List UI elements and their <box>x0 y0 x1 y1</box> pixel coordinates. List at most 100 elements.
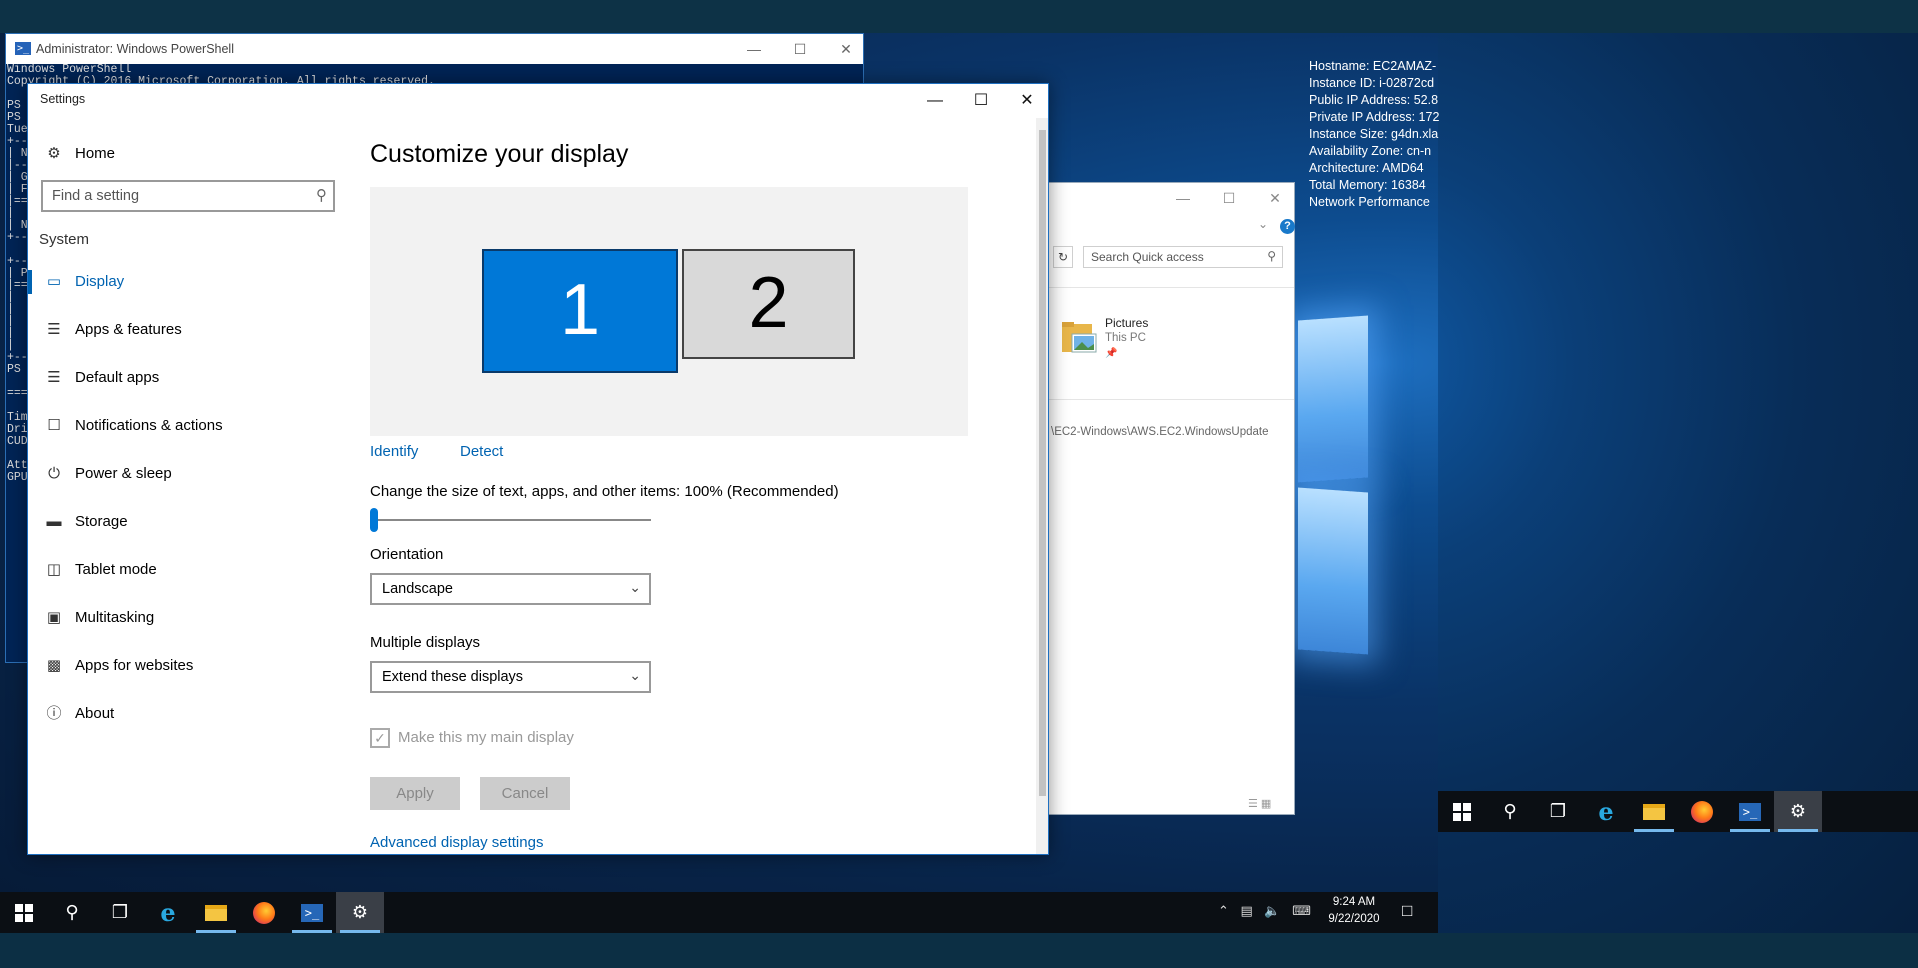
search-icon: ⚲ <box>1503 801 1517 821</box>
sidebar-item-label: Default apps <box>75 369 160 386</box>
system-tray: ⌃ ▤ 🔈 ⌨ 9:24 AM 9/22/2020 □ <box>1218 892 1438 933</box>
firefox-icon <box>1691 801 1713 824</box>
quick-access-item-location: This PC <box>1105 332 1146 344</box>
recent-file-path[interactable]: \EC2-Windows\AWS.EC2.WindowsUpdate <box>1051 426 1269 438</box>
pictures-folder-icon[interactable] <box>1060 318 1098 356</box>
refresh-icon[interactable]: ↻ <box>1053 246 1073 268</box>
clock-date[interactable]: 9/22/2020 <box>1324 913 1384 925</box>
maximize-icon[interactable]: ☐ <box>958 86 1004 116</box>
taskbar-firefox[interactable] <box>240 892 288 933</box>
default-apps-icon: ☰ <box>47 369 61 386</box>
identify-link[interactable]: Identify <box>370 443 418 460</box>
close-icon[interactable]: ✕ <box>1260 188 1290 208</box>
display-settings-page: Customize your display 1 2 Identify Dete… <box>370 118 1030 854</box>
taskbar-internet-explorer[interactable]: e <box>1582 791 1630 832</box>
sidebar-item-label: Apps & features <box>75 321 182 338</box>
sysinfo-line: Availability Zone: cn-n <box>1309 144 1432 158</box>
powershell-titlebar[interactable]: >_ Administrator: Windows PowerShell — ☐… <box>6 34 863 64</box>
cancel-button[interactable]: Cancel <box>480 777 570 810</box>
settings-scrollbar[interactable] <box>1036 118 1048 854</box>
internet-explorer-icon: e <box>160 898 176 927</box>
sidebar-item-label: Tablet mode <box>75 561 157 578</box>
desktop-bottom-band <box>0 933 1918 968</box>
task-view-button[interactable]: ❐ <box>1534 791 1582 832</box>
orientation-dropdown[interactable]: Landscape ⌄ <box>370 573 651 605</box>
nav-home[interactable]: ⚙ Home <box>28 134 348 174</box>
gear-icon: ⚙ <box>351 902 369 922</box>
file-explorer-icon <box>1643 804 1665 821</box>
clock-time[interactable]: 9:24 AM <box>1324 896 1384 908</box>
close-icon[interactable]: ✕ <box>1004 86 1050 116</box>
scale-label: Change the size of text, apps, and other… <box>370 483 839 500</box>
minimize-icon[interactable]: — <box>912 86 958 116</box>
taskbar-firefox[interactable] <box>1678 791 1726 832</box>
taskbar-powershell[interactable]: >_ <box>288 892 336 933</box>
windows-start-icon <box>1453 803 1471 822</box>
taskbar-powershell[interactable]: >_ <box>1726 791 1774 832</box>
taskbar-internet-explorer[interactable]: e <box>144 892 192 933</box>
quick-access-item-name[interactable]: Pictures <box>1105 316 1148 330</box>
pin-icon: 📌 <box>1105 348 1118 359</box>
sidebar-item-power-sleep[interactable]: ⏻ Power & sleep <box>28 454 348 494</box>
sidebar-item-label: Apps for websites <box>75 657 194 674</box>
help-icon[interactable]: ? <box>1280 219 1295 234</box>
task-view-button[interactable]: ❐ <box>96 892 144 933</box>
sidebar-item-label: Display <box>75 273 125 290</box>
view-toggle-icons[interactable]: ☰ ▦ <box>1248 797 1271 810</box>
monitor-2-tile[interactable]: 2 <box>682 249 855 359</box>
sidebar-item-label: Multitasking <box>75 609 155 626</box>
minimize-icon[interactable]: — <box>1168 188 1198 208</box>
advanced-display-settings-link[interactable]: Advanced display settings <box>370 834 543 851</box>
monitor-1-tile[interactable]: 1 <box>482 249 678 373</box>
sidebar-item-apps-features[interactable]: ☰ Apps & features <box>28 310 348 350</box>
multiple-displays-value: Extend these displays <box>382 669 524 685</box>
tray-icons[interactable]: ⌃ ▤ 🔈 ⌨ <box>1218 903 1315 919</box>
scale-slider-thumb[interactable] <box>370 508 378 532</box>
minimize-icon[interactable]: — <box>739 39 769 59</box>
taskbar-file-explorer[interactable] <box>192 892 240 933</box>
search-button[interactable]: ⚲ <box>1486 791 1534 832</box>
nav-section-system: System <box>39 231 90 248</box>
start-button[interactable] <box>1438 791 1486 832</box>
search-button[interactable]: ⚲ <box>48 892 96 933</box>
settings-window[interactable]: Settings — ☐ ✕ ⚙ Home Find a setting ⚲ S… <box>27 83 1049 855</box>
active-indicator <box>28 270 32 294</box>
sysinfo-line: Instance Size: g4dn.xla <box>1309 127 1439 141</box>
sidebar-item-apps-for-websites[interactable]: ▩ Apps for websites <box>28 646 348 686</box>
scale-slider-track[interactable] <box>370 519 651 521</box>
taskbar-settings[interactable]: ⚙ <box>336 892 384 933</box>
sidebar-item-display[interactable]: ▭ Display <box>28 262 348 302</box>
explorer-titlebar[interactable]: — ☐ ✕ <box>1048 183 1294 213</box>
desktop-top-band <box>0 0 1918 33</box>
sidebar-item-tablet-mode[interactable]: ◫ Tablet mode <box>28 550 348 590</box>
sidebar-item-about[interactable]: ⓘ About <box>28 694 348 734</box>
file-explorer-window[interactable]: — ☐ ✕ ⌄ ? ↻ Search Quick access ⚲ Pictur… <box>1047 182 1295 815</box>
explorer-search-input[interactable]: Search Quick access ⚲ <box>1083 246 1283 268</box>
sidebar-item-multitasking[interactable]: ▣ Multitasking <box>28 598 348 638</box>
taskbar: ⚲ ❐ e >_ ⚙ ⌃ ▤ 🔈 ⌨ 9:24 AM 9/22/2020 □ <box>0 892 1438 933</box>
close-icon[interactable]: ✕ <box>831 39 861 59</box>
find-setting-placeholder: Find a setting <box>52 188 140 204</box>
ribbon-expand-chevron-icon[interactable]: ⌄ <box>1258 217 1268 231</box>
find-setting-input[interactable]: Find a setting ⚲ <box>41 180 335 212</box>
info-icon: ⓘ <box>46 705 62 722</box>
settings-titlebar[interactable]: Settings — ☐ ✕ <box>28 84 1048 118</box>
running-indicator <box>1778 829 1818 832</box>
sidebar-item-storage[interactable]: ▬ Storage <box>28 502 348 542</box>
action-center-icon[interactable]: □ <box>1402 901 1412 921</box>
apps-websites-icon: ▩ <box>46 657 62 674</box>
running-indicator <box>196 930 236 933</box>
detect-link[interactable]: Detect <box>460 443 503 460</box>
sidebar-item-notifications[interactable]: ☐ Notifications & actions <box>28 406 348 446</box>
maximize-icon[interactable]: ☐ <box>1214 188 1244 208</box>
powershell-icon: >_ <box>1739 803 1761 822</box>
maximize-icon[interactable]: ☐ <box>785 39 815 59</box>
main-display-checkbox[interactable]: ✓ <box>370 728 390 748</box>
multiple-displays-dropdown[interactable]: Extend these displays ⌄ <box>370 661 651 693</box>
apply-button[interactable]: Apply <box>370 777 460 810</box>
start-button[interactable] <box>0 892 48 933</box>
scrollbar-thumb[interactable] <box>1039 130 1046 796</box>
taskbar-file-explorer[interactable] <box>1630 791 1678 832</box>
sidebar-item-default-apps[interactable]: ☰ Default apps <box>28 358 348 398</box>
taskbar-settings[interactable]: ⚙ <box>1774 791 1822 832</box>
